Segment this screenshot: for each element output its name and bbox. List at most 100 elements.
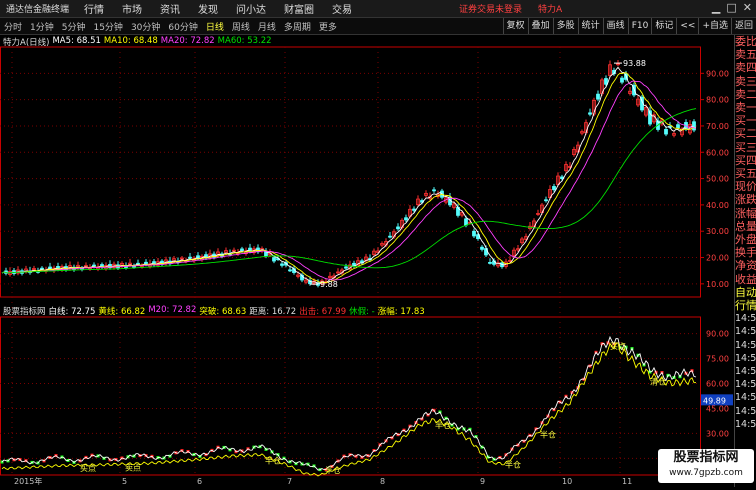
period-5min[interactable]: 5分钟 <box>58 20 90 33</box>
ma20-line <box>1 80 697 281</box>
candlesticks <box>4 60 696 288</box>
candle-body <box>388 235 392 238</box>
period-multi[interactable]: 多周期 <box>280 20 315 33</box>
f10-button[interactable]: F10 <box>627 18 652 34</box>
candle-body <box>620 77 624 83</box>
breakout-value: 突破: 68.63 <box>199 307 247 317</box>
indicator-panel: 买点 卖点半仓半仓半仓半仓半仓买点清仓 <box>0 335 697 477</box>
period-daily[interactable]: 日线 <box>202 20 228 33</box>
side-order-label: 卖五 <box>735 48 756 62</box>
watermark-logo: 股票指标网 www.7gpzb.com <box>658 449 754 483</box>
side-order-label: 卖二 <box>735 87 756 101</box>
side-order-label: 外盘 <box>735 233 756 247</box>
period-intraday[interactable]: 分时 <box>0 20 26 33</box>
candle-body <box>676 124 680 129</box>
main-axis-label: 30.00 <box>706 227 729 236</box>
indicator-axis-label: 45.00 <box>706 404 729 413</box>
side-time-label: 14:50 <box>735 313 756 325</box>
watermark-url: www.7gpzb.com <box>669 468 743 478</box>
side-time-label: 14:50 <box>735 405 756 417</box>
maximize-icon[interactable]: □ <box>726 1 736 14</box>
side-order-label: 买三 <box>735 140 756 154</box>
main-axis-label: 80.00 <box>706 96 729 105</box>
period-monthly[interactable]: 月线 <box>254 20 280 33</box>
candle-body <box>240 248 244 252</box>
side-time-label: 14:51 <box>735 418 756 430</box>
period-60min[interactable]: 60分钟 <box>164 20 201 33</box>
candle-body <box>464 218 468 226</box>
period-15min[interactable]: 15分钟 <box>89 20 126 33</box>
side-order-label: 涨跌 <box>735 193 756 207</box>
main-axis-label: 10.00 <box>706 280 729 289</box>
indicator-signal-label: 卖点 <box>125 464 141 473</box>
menu-ask[interactable]: 问小达 <box>227 1 275 16</box>
x-axis-label: 10 <box>562 477 572 486</box>
candle-body <box>544 199 548 202</box>
multi-stock-button[interactable]: 多股 <box>552 18 578 34</box>
login-status[interactable]: 证券交易未登录 <box>451 2 530 15</box>
candle-body <box>432 189 436 192</box>
side-auto-label: 自动 <box>735 285 756 299</box>
draw-line-button[interactable]: 画线 <box>602 18 628 34</box>
period-1min[interactable]: 1分钟 <box>26 20 58 33</box>
adjust-button[interactable]: 复权 <box>502 18 528 34</box>
ma20-value: MA20: 72.82 <box>160 36 215 46</box>
period-weekly[interactable]: 周线 <box>228 20 254 33</box>
side-order-label: 总量 <box>735 219 756 233</box>
kline-chart[interactable]: 买点 卖点半仓半仓半仓半仓半仓买点清仓 90.0080.0070.0060.005… <box>0 35 734 487</box>
side-order-label: 委比 <box>735 35 756 48</box>
x-axis-label: 2015年 <box>14 476 42 486</box>
x-axis-label: 5 <box>122 477 127 486</box>
main-axis-label: 40.00 <box>706 201 729 210</box>
mark-button[interactable]: 标记 <box>651 18 676 34</box>
close-icon[interactable]: ✕ <box>743 1 752 14</box>
collapse-button[interactable]: << <box>676 18 698 34</box>
candle-body <box>552 186 556 191</box>
main-panel-border <box>0 46 701 298</box>
minimize-icon[interactable]: ▁ <box>712 1 720 14</box>
candle-body <box>412 208 416 211</box>
candle-body <box>480 246 484 250</box>
chart-area[interactable]: 买点 卖点 半仓 半仓 半仓 半仓 半仓 买点 清仓 90.00 80.00 70.00 60.00 5… <box>0 35 734 487</box>
side-order-label: 涨幅 <box>735 206 756 220</box>
candle-body <box>48 266 52 270</box>
side-order-label: 现价 <box>735 180 756 194</box>
candle-body <box>488 262 492 264</box>
x-axis-label: 7 <box>287 477 292 486</box>
indicator-signal-label: 清仓 <box>650 376 666 386</box>
stats-button[interactable]: 统计 <box>577 18 603 34</box>
period-30min[interactable]: 30分钟 <box>127 20 164 33</box>
side-order-label: 买一 <box>735 114 756 128</box>
high-price-label: 93.88 <box>623 59 646 68</box>
menu-trade[interactable]: 交易 <box>323 1 361 16</box>
ma60-line <box>1 108 697 274</box>
main-axis-label: 60.00 <box>706 148 729 157</box>
watermark-title: 股票指标网 <box>673 450 739 465</box>
period-toolbar: 分时 1分钟 5分钟 15分钟 30分钟 60分钟 日线 周线 月线 多周期 更… <box>0 18 756 35</box>
menu-market[interactable]: 市场 <box>113 1 151 16</box>
candle-body <box>188 256 192 259</box>
candle-body <box>604 78 608 85</box>
side-order-label: 卖四 <box>735 61 756 75</box>
right-toolbar: 复权 叠加 多股 统计 画线 F10 标记 << +自选 返回 <box>502 18 756 34</box>
ma10-value: MA10: 68.48 <box>103 36 158 46</box>
overlay-button[interactable]: 叠加 <box>527 18 553 34</box>
main-title: 特力A(日线) <box>3 38 50 48</box>
indicator-signal-label: 半仓 <box>505 459 521 469</box>
back-button[interactable]: 返回 <box>730 18 756 34</box>
period-more[interactable]: 更多 <box>315 20 341 33</box>
menu-market-quotes[interactable]: 行情 <box>75 1 113 16</box>
add-watchlist-button[interactable]: +自选 <box>698 18 731 34</box>
candle-body <box>588 112 592 115</box>
side-order-label: 净资 <box>735 259 756 273</box>
candle-body <box>472 230 476 237</box>
x-axis-label: 8 <box>380 477 385 486</box>
indicator-signal-label: 半仓 <box>435 420 451 430</box>
side-order-label: 买二 <box>735 127 756 141</box>
menu-discover[interactable]: 发现 <box>189 1 227 16</box>
candle-body <box>196 255 200 259</box>
window-controls: ▁ □ ✕ <box>712 1 752 14</box>
side-time-label: 14:50 <box>735 379 756 391</box>
menu-wealth[interactable]: 财富圈 <box>275 1 323 16</box>
menu-news[interactable]: 资讯 <box>151 1 189 16</box>
